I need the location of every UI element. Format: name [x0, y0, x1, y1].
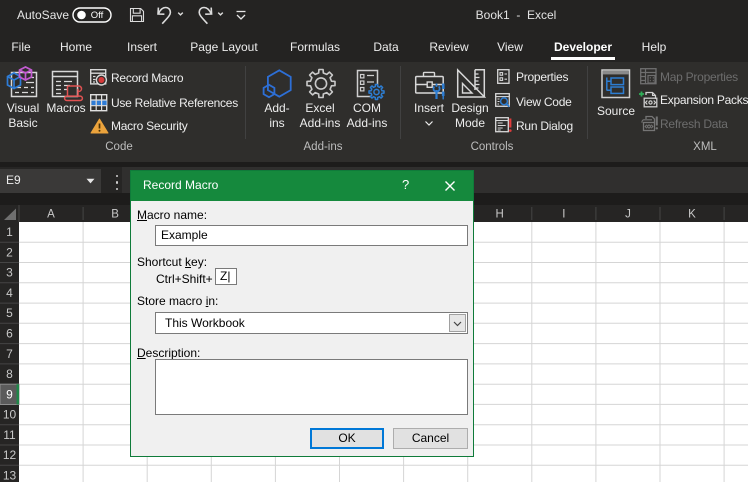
svg-text:13: 13 [3, 468, 17, 482]
svg-text:I: I [562, 209, 565, 221]
svg-text:11: 11 [3, 428, 16, 442]
svg-text:2: 2 [6, 245, 13, 259]
svg-text:12: 12 [3, 448, 17, 462]
svg-text:5: 5 [6, 306, 13, 320]
svg-text:K: K [688, 209, 696, 221]
svg-text:1: 1 [6, 225, 13, 239]
svg-text:9: 9 [6, 387, 13, 401]
svg-text:8: 8 [6, 367, 13, 381]
svg-text:7: 7 [6, 347, 13, 361]
svg-text:10: 10 [3, 408, 17, 422]
svg-text:6: 6 [6, 327, 13, 341]
svg-text:4: 4 [6, 286, 13, 300]
svg-text:B: B [111, 209, 119, 221]
svg-text:J: J [625, 209, 631, 221]
svg-text:3: 3 [6, 266, 13, 280]
svg-text:H: H [496, 209, 504, 221]
svg-text:A: A [47, 209, 55, 221]
svg-text:Off: Off [91, 10, 104, 21]
